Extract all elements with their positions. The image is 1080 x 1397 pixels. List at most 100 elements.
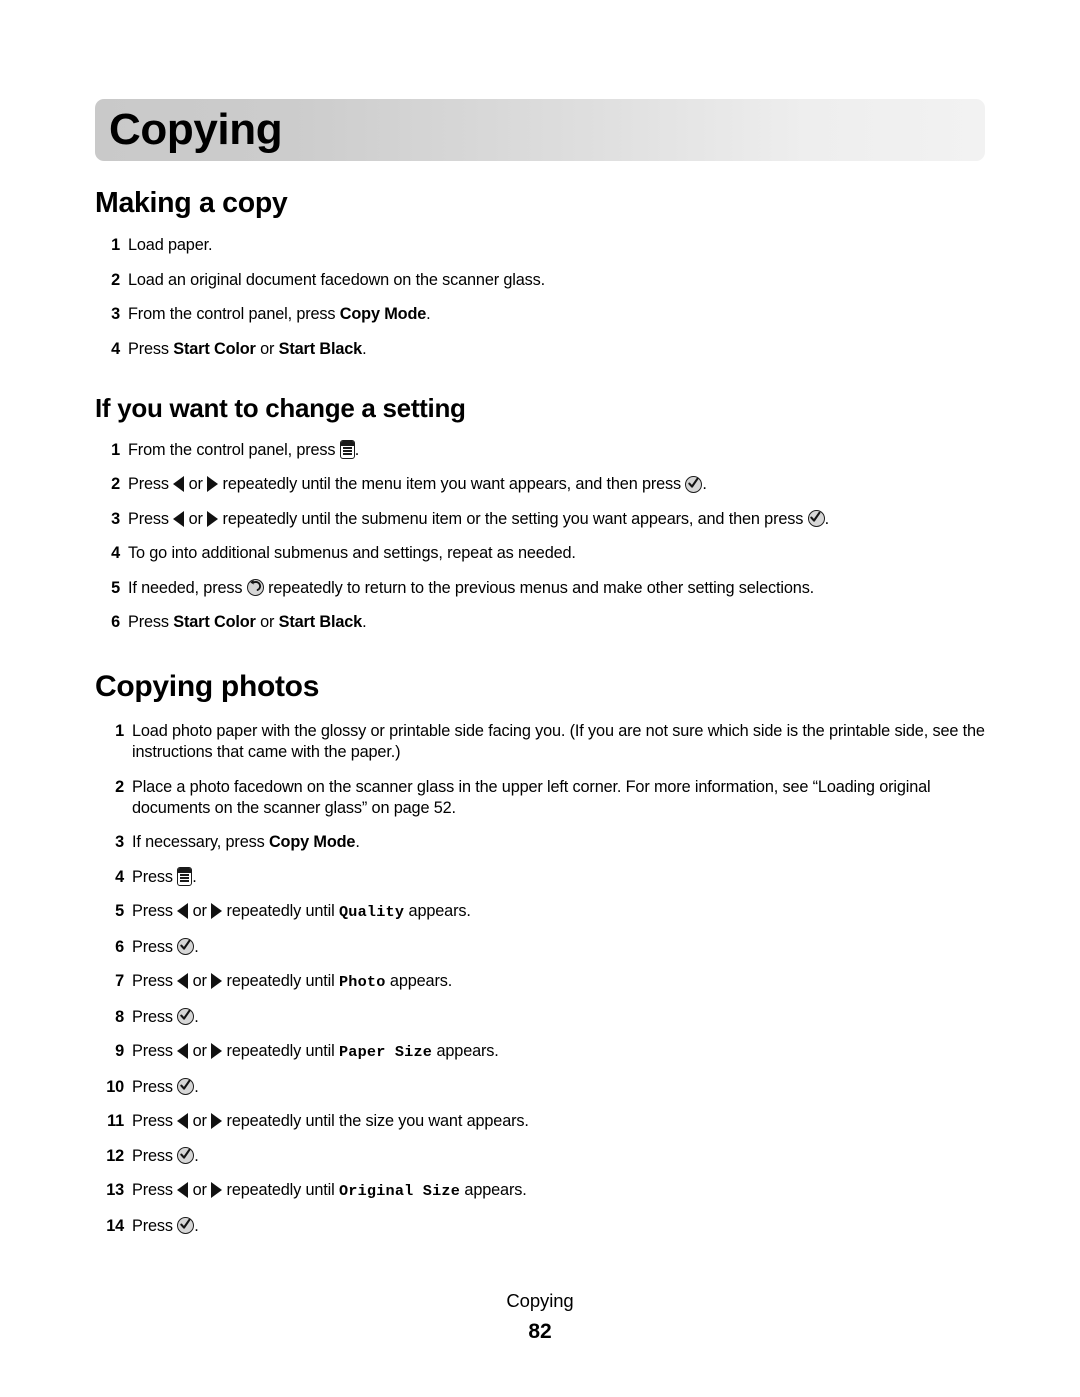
step-text: or	[255, 613, 279, 631]
step-text: or	[188, 972, 212, 990]
step-item: 14 Press .	[95, 1216, 995, 1237]
chapter-title: Copying	[109, 105, 283, 154]
step-item: 3 From the control panel, press Copy Mode…	[95, 304, 995, 325]
step-number: 9	[115, 1042, 124, 1060]
step-number: 2	[111, 270, 120, 289]
step-text: Press	[132, 902, 178, 920]
step-number: 14	[106, 1216, 124, 1235]
step-text: Press	[132, 1112, 178, 1130]
step-text: appears.	[385, 972, 453, 990]
step-item: 3 If necessary, press Copy Mode.	[95, 832, 995, 853]
step-item: 4 To go into additional submenus and sett…	[95, 543, 995, 564]
step-text: Load an original document facedown on th…	[128, 270, 546, 289]
footer-page-number: 82	[528, 1320, 552, 1343]
step-number: 3	[111, 305, 120, 323]
section-heading-making-a-copy: Making a copy	[95, 187, 288, 219]
step-text: Press	[132, 1077, 178, 1096]
step-text: or	[188, 1181, 212, 1199]
step-text: If necessary, press	[132, 833, 269, 851]
step-text: .	[702, 475, 707, 493]
left-arrow-icon	[177, 1182, 189, 1198]
step-text: appears.	[460, 1181, 527, 1199]
chapter-banner: Copying	[95, 99, 985, 161]
step-emphasis: Start Black	[278, 339, 363, 358]
select-icon	[177, 1147, 195, 1164]
step-text: or	[188, 1042, 212, 1060]
left-arrow-icon	[177, 973, 189, 989]
select-icon	[177, 1217, 195, 1234]
step-item: 11 Press or repeatedly until the size you…	[95, 1111, 995, 1132]
select-icon	[807, 510, 825, 527]
step-emphasis: Copy Mode	[268, 833, 356, 851]
step-number: 8	[115, 1007, 124, 1026]
step-item: 4 Press Start Color or Start Black.	[95, 339, 995, 360]
step-item: 6 Press .	[95, 937, 995, 958]
left-arrow-icon	[177, 1043, 189, 1059]
step-text: repeatedly to return to the previous men…	[263, 578, 815, 597]
step-text: repeatedly until the menu item you want …	[218, 475, 686, 493]
step-text: Press	[132, 1042, 178, 1060]
step-item: 2 Load an original document facedown on t…	[95, 270, 995, 291]
step-text: .	[362, 339, 367, 358]
step-text: appears.	[432, 1042, 499, 1060]
step-number: 11	[107, 1112, 124, 1130]
step-list-if-you-want-to-change-a-setting: 1 From the control panel, press . 2 Press o…	[95, 439, 995, 634]
step-item: 4 Press .	[95, 866, 995, 888]
step-number: 12	[106, 1146, 124, 1165]
step-text: Press	[132, 972, 178, 990]
step-text: or	[188, 1112, 212, 1130]
back-icon	[246, 579, 264, 596]
left-arrow-icon	[173, 510, 185, 527]
step-item: 10 Press .	[95, 1077, 995, 1098]
step-number: 4	[115, 867, 124, 886]
step-item: 12 Press .	[95, 1146, 995, 1167]
step-number: 1	[111, 440, 120, 459]
step-emphasis: Copy Mode	[339, 305, 427, 323]
step-text: Press	[128, 509, 174, 528]
left-arrow-icon	[177, 903, 189, 919]
step-emphasis: Start Color	[173, 339, 256, 358]
select-icon	[177, 938, 195, 955]
step-text: Press	[132, 1181, 178, 1199]
step-text: or	[184, 475, 208, 493]
step-number: 2	[111, 475, 120, 493]
step-item: 7 Press or repeatedly until Photo appears…	[95, 971, 995, 993]
step-text: or	[188, 902, 212, 920]
right-arrow-icon	[207, 476, 219, 492]
step-text: From the control panel, press	[128, 440, 340, 459]
step-text: Press	[132, 937, 178, 956]
right-arrow-icon	[211, 1182, 223, 1198]
step-number: 3	[111, 509, 120, 528]
footer-running-head: Copying	[506, 1290, 574, 1311]
step-number: 13	[106, 1181, 124, 1199]
step-text: .	[426, 305, 431, 323]
display-value: Original Size	[338, 1182, 461, 1200]
step-number: 1	[111, 236, 120, 254]
step-number: 4	[111, 544, 120, 562]
step-text: Press	[128, 339, 174, 358]
step-number: 10	[106, 1077, 124, 1096]
step-list-copying-photos: 1 Load photo paper with the glossy or pri…	[95, 721, 995, 1237]
step-item: 1 Load paper.	[95, 235, 995, 256]
step-item: 5 If needed, press repeatedly to return t…	[95, 578, 995, 599]
menu-icon	[177, 866, 193, 886]
step-item: 1 Load photo paper with the glossy or pri…	[95, 721, 995, 763]
right-arrow-icon	[211, 1043, 223, 1059]
step-number: 2	[115, 777, 124, 796]
step-text: repeatedly until	[222, 902, 339, 920]
select-icon	[177, 1008, 195, 1025]
step-number: 7	[115, 972, 124, 990]
step-item: 2 Place a photo facedown on the scanner g…	[95, 777, 995, 819]
step-item: 13 Press or repeatedly until Original Siz…	[95, 1180, 995, 1202]
section-heading-if-you-want-to-change-a-setting: If you want to change a setting	[95, 392, 466, 423]
step-text: Press	[128, 613, 174, 631]
step-item: 9 Press or repeatedly until Paper Size ap…	[95, 1041, 995, 1063]
right-arrow-icon	[211, 1113, 223, 1129]
step-item: 6 Press Start Color or Start Black.	[95, 612, 995, 633]
page-footer: Copying 82	[0, 1288, 1080, 1347]
step-text: repeatedly until	[222, 972, 339, 990]
step-text: or	[255, 339, 279, 358]
step-number: 5	[111, 578, 120, 597]
step-text: Press	[128, 475, 174, 493]
step-item: 5 Press or repeatedly until Quality appea…	[95, 901, 995, 923]
